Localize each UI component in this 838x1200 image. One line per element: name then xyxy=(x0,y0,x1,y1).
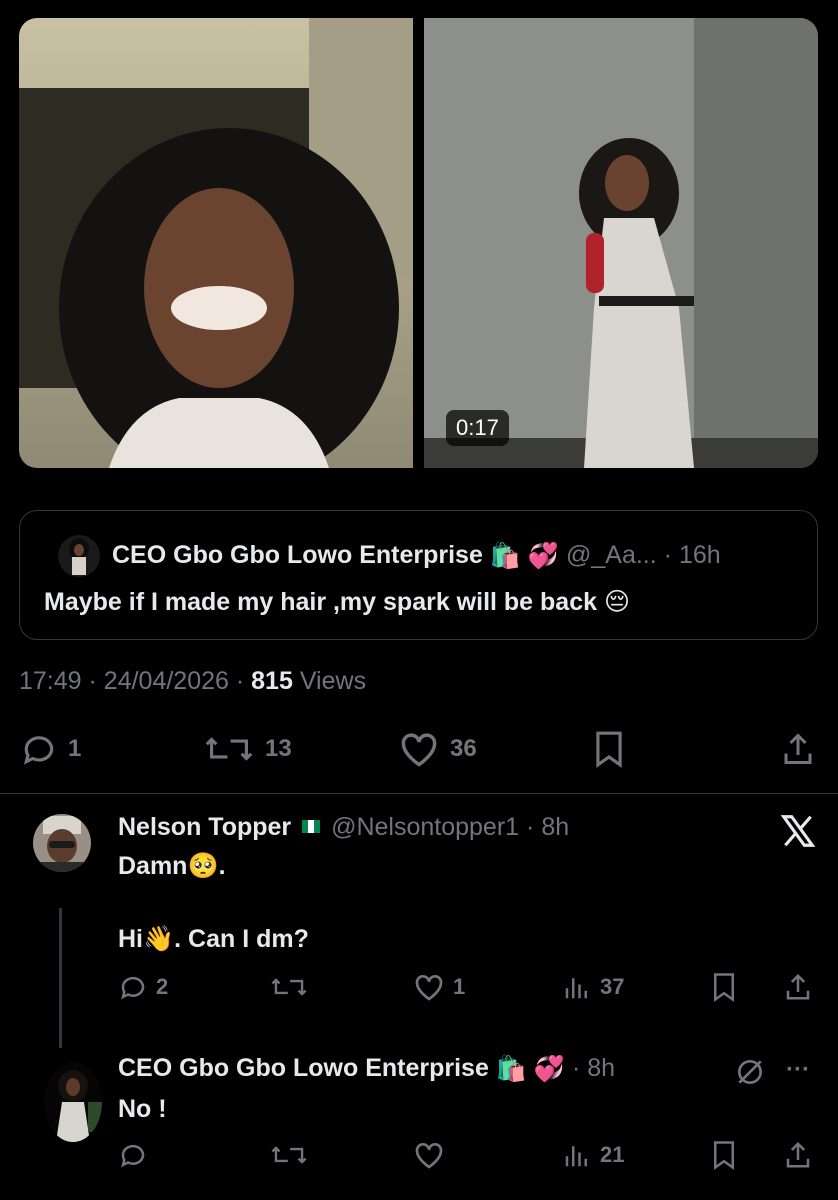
author-reply-time: 8h xyxy=(587,1054,616,1082)
dot-separator: · xyxy=(526,813,535,841)
quoted-post-text: Maybe if I made my hair ,my spark will b… xyxy=(44,588,631,616)
author-reply-name[interactable]: CEO Gbo Gbo Lowo Enterprise xyxy=(118,1054,489,1082)
photo-selfie-drawing xyxy=(19,18,413,468)
quoted-author-name[interactable]: CEO Gbo Gbo Lowo Enterprise xyxy=(112,541,483,569)
dot-separator: · xyxy=(572,1054,581,1082)
bookmark-icon xyxy=(596,731,622,768)
author-reply-bookmark-button[interactable] xyxy=(710,1140,738,1170)
like-icon xyxy=(415,1143,443,1169)
reply-views-button[interactable]: 37 xyxy=(562,972,624,1002)
repost-button[interactable]: 13 xyxy=(203,730,292,768)
share-icon xyxy=(784,733,812,764)
reply-text-line2: Hi👋. Can I dm? xyxy=(118,925,309,953)
like-icon xyxy=(401,733,437,767)
like-button[interactable]: 36 xyxy=(398,730,477,768)
quoted-author-avatar[interactable] xyxy=(58,535,100,577)
post-time: 17:49 xyxy=(19,667,82,695)
views-count: 815 xyxy=(251,667,293,695)
repost-icon xyxy=(205,737,253,761)
views-label: Views xyxy=(299,667,367,695)
views-icon xyxy=(565,1146,587,1167)
post-meta: 17:49 · 24/04/2026 · 815 Views xyxy=(19,667,366,696)
author-reply-repost-button[interactable] xyxy=(270,1140,308,1170)
reply-views-count: 37 xyxy=(600,974,625,999)
reply-time: 8h xyxy=(541,813,570,841)
dot-separator: · xyxy=(663,541,672,569)
repost-icon xyxy=(271,1146,307,1164)
reply-count: 1 xyxy=(68,735,82,762)
photo-selfie[interactable] xyxy=(19,18,413,468)
nigeria-flag-icon xyxy=(302,819,321,833)
reply-like-button[interactable]: 1 xyxy=(413,972,465,1002)
hidden-reply-icon[interactable] xyxy=(734,1056,766,1093)
reply-author-avatar[interactable] xyxy=(33,814,91,872)
author-reply-views-count: 21 xyxy=(600,1142,625,1167)
author-reply-like-button[interactable] xyxy=(413,1140,445,1170)
shopping-bags-emoji: 🛍️ xyxy=(495,1054,527,1083)
reply-author-handle[interactable]: @Nelsontopper1 xyxy=(331,813,519,841)
reply-repost-button[interactable] xyxy=(270,972,316,1002)
reply-icon xyxy=(23,736,54,765)
repost-icon xyxy=(271,978,307,996)
quoted-post[interactable]: CEO Gbo Gbo Lowo Enterprise 🛍️ 💞 @_Aa...… xyxy=(19,510,818,640)
bookmark-icon xyxy=(714,973,734,1002)
video-thumbnail-drawing xyxy=(424,18,818,468)
author-reply-header: CEO Gbo Gbo Lowo Enterprise 🛍️ 💞 · 8h xyxy=(118,1054,615,1084)
bookmark-button[interactable] xyxy=(592,730,626,768)
thread-connector xyxy=(59,908,62,1048)
quoted-post-header: CEO Gbo Gbo Lowo Enterprise 🛍️ 💞 @_Aa...… xyxy=(112,541,721,571)
share-button[interactable] xyxy=(780,730,816,768)
reply-button[interactable]: 1 xyxy=(20,730,81,768)
dot-separator: · xyxy=(88,667,97,695)
reply-share-button[interactable] xyxy=(783,972,813,1002)
like-count: 36 xyxy=(450,735,477,762)
author-reply-text: No ! xyxy=(118,1095,167,1123)
share-icon xyxy=(786,973,810,1000)
dot-separator: · xyxy=(235,667,245,695)
reply-icon xyxy=(121,1144,145,1168)
author-reply-avatar[interactable] xyxy=(44,1062,102,1142)
more-icon[interactable]: ··· xyxy=(786,1056,810,1084)
video-thumbnail[interactable]: 0:17 xyxy=(424,18,818,468)
hearts-emoji: 💞 xyxy=(533,1054,566,1083)
views-icon xyxy=(565,978,587,999)
quoted-author-handle[interactable]: @_Aa... xyxy=(566,541,657,569)
share-icon xyxy=(786,1141,810,1168)
author-reply-reply-button[interactable] xyxy=(118,1140,148,1170)
reply-reply-count: 2 xyxy=(156,974,169,999)
reply-text-line1: Damn🥺. xyxy=(118,852,226,880)
reply-header: Nelson Topper @Nelsontopper1 · 8h xyxy=(118,813,569,842)
x-logo-icon xyxy=(778,812,818,855)
reply-author-name[interactable]: Nelson Topper xyxy=(118,813,291,841)
reply-like-count: 1 xyxy=(453,974,466,999)
quoted-post-time: 16h xyxy=(678,541,721,569)
author-reply-views-button[interactable]: 21 xyxy=(562,1140,624,1170)
reply-reply-button[interactable]: 2 xyxy=(118,972,168,1002)
video-duration-badge: 0:17 xyxy=(446,410,509,446)
reply-bookmark-button[interactable] xyxy=(710,972,738,1002)
post-date: 24/04/2026 xyxy=(103,667,229,695)
like-icon xyxy=(415,975,443,1001)
author-reply-share-button[interactable] xyxy=(783,1140,813,1170)
bookmark-icon xyxy=(714,1141,734,1170)
repost-count: 13 xyxy=(265,735,292,762)
hearts-emoji: 💞 xyxy=(527,541,560,570)
reply-icon xyxy=(121,976,145,1000)
divider xyxy=(0,793,838,794)
shopping-bags-emoji: 🛍️ xyxy=(489,541,521,570)
